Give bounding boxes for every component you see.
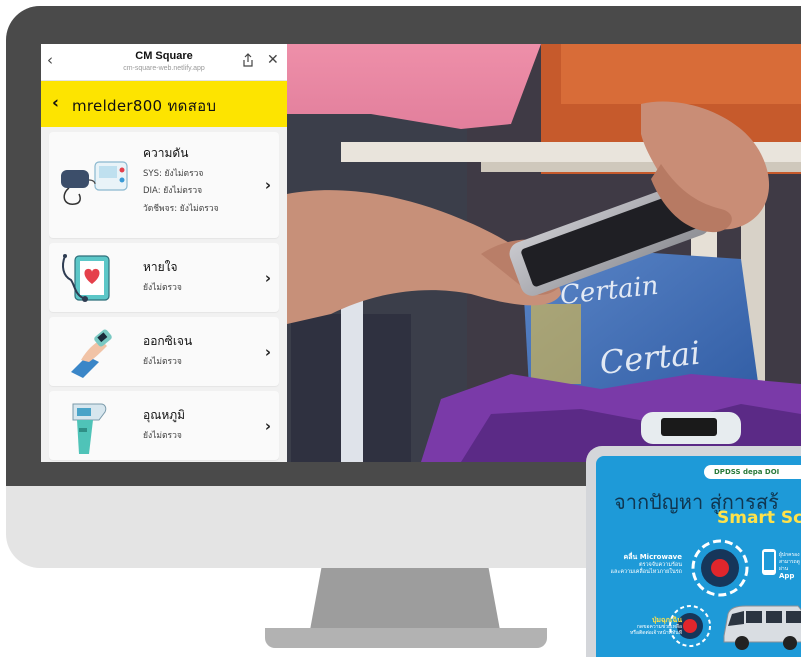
app-header: ‹ mrelder800 ทดสอบ: [41, 81, 287, 127]
card-line: วัดชีพจร: ยังไม่ตรวจ: [143, 204, 219, 214]
back-chevron-icon[interactable]: ‹: [52, 95, 59, 112]
share-icon[interactable]: [242, 53, 254, 67]
infrared-thermometer-icon: [72, 403, 107, 454]
card-temperature[interactable]: อุณหภูมิ ยังไม่ตรวจ ›: [49, 391, 279, 460]
emergency-caption: ปุ่มฉุกเฉิน กดขอความช่วยเหลือ หรือติดต่อ…: [604, 616, 682, 637]
pulse-oximeter-icon: [71, 329, 112, 378]
microwave-title: คลื่น Microwave: [623, 553, 682, 561]
app-line: ผู้ปกครอง: [779, 552, 800, 558]
emergency-line: หรือติดต่อเจ้าหน้าที่ทันที: [629, 630, 682, 636]
monitor-stand-neck: [310, 568, 500, 630]
card-respiration[interactable]: หายใจ ยังไม่ตรวจ ›: [49, 243, 279, 312]
chevron-right-icon: ›: [264, 343, 271, 361]
microwave-sensor-icon: [691, 539, 749, 597]
app-line: สามารถดูผ่าน: [779, 559, 800, 572]
blood-pressure-monitor-icon: [61, 161, 128, 205]
mobile-app-panel: ‹ CM Square cm-square-web.netlify.app ✕ …: [41, 44, 287, 462]
app-title: App: [779, 572, 795, 580]
vital-signs-list: ความดัน SYS: ยังไม่ตรวจ DIA: ยังไม่ตรวจ …: [41, 127, 287, 462]
poster-subtitle: Smart Sch: [717, 508, 801, 528]
card-line: ยังไม่ตรวจ: [143, 283, 182, 293]
chevron-right-icon: ›: [264, 269, 271, 287]
smart-school-bus-poster: DPDSS depa DOI จากปัญหา สู่การสร้ Smart …: [596, 456, 801, 657]
close-icon[interactable]: ✕: [267, 53, 279, 67]
microwave-line: ตรวจจับความร้อน: [638, 562, 682, 568]
card-title: อุณหภูมิ: [143, 408, 186, 422]
chevron-right-icon: ›: [264, 417, 271, 435]
sponsor-logos: DPDSS depa DOI: [704, 465, 801, 479]
microwave-line: และความเคลื่อนไหวภายในรถ: [610, 569, 683, 575]
browser-bar: ‹ CM Square cm-square-web.netlify.app ✕: [41, 44, 287, 81]
card-title: หายใจ: [143, 260, 178, 274]
monitor-stand-base: [265, 628, 547, 648]
card-title: ความดัน: [143, 146, 189, 160]
card-line: ยังไม่ตรวจ: [143, 431, 182, 441]
stethoscope-heart-icon: [62, 254, 110, 302]
school-van-icon: [723, 605, 801, 650]
card-oxygen[interactable]: ออกซิเจน ยังไม่ตรวจ ›: [49, 317, 279, 386]
tablet-frame: DPDSS depa DOI จากปัญหา สู่การสร้ Smart …: [586, 446, 801, 657]
chevron-right-icon: ›: [264, 176, 271, 194]
card-line: ยังไม่ตรวจ: [143, 357, 182, 367]
page-title: mrelder800 ทดสอบ: [72, 97, 217, 115]
card-line: DIA: ยังไม่ตรวจ: [143, 186, 203, 196]
app-caption: ผู้ปกครอง สามารถดูผ่าน App: [779, 552, 801, 581]
card-blood-pressure[interactable]: ความดัน SYS: ยังไม่ตรวจ DIA: ยังไม่ตรวจ …: [49, 132, 279, 238]
microwave-caption: คลื่น Microwave ตรวจจับความร้อน และความเ…: [604, 553, 683, 576]
emergency-title: ปุ่มฉุกเฉิน: [651, 616, 682, 624]
card-line: SYS: ยังไม่ตรวจ: [143, 169, 204, 179]
phone-app-icon: [762, 549, 776, 575]
monitor-screen: Certain Certai ‹ CM Square cm-square-web…: [41, 44, 801, 462]
card-title: ออกซิเจน: [143, 334, 193, 348]
